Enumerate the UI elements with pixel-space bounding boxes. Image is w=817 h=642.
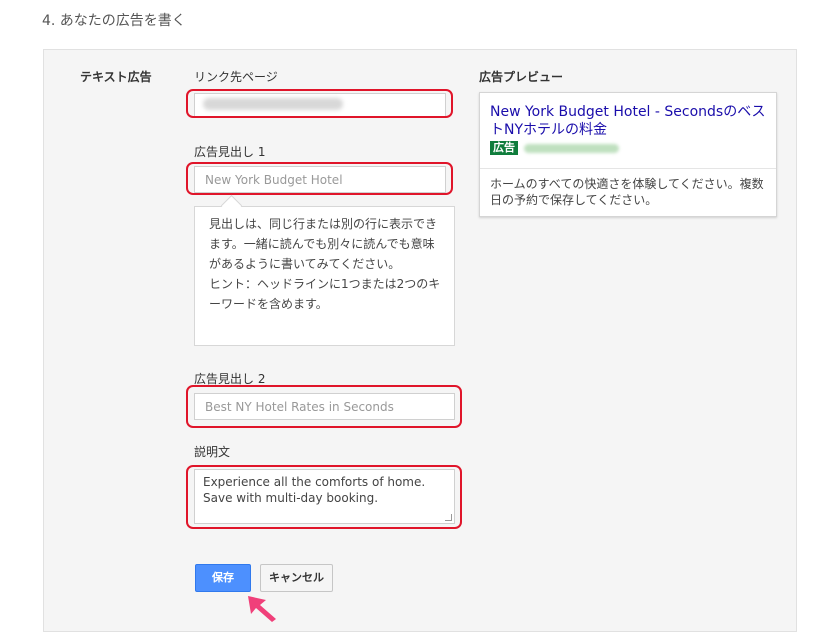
description-textarea[interactable]: Experience all the comforts of home. Sav… xyxy=(194,469,455,524)
preview-label: 広告プレビュー xyxy=(479,70,564,84)
headline-help-tooltip: 見出しは、同じ行または別の行に表示できます。一緒に読んでも別々に読んでも意味があ… xyxy=(194,206,455,346)
resize-handle-icon[interactable] xyxy=(445,514,452,521)
section-label-text-ad: テキスト広告 xyxy=(80,70,152,84)
headline1-label: 広告見出し 1 xyxy=(194,145,266,159)
headline1-input[interactable]: New York Budget Hotel xyxy=(194,166,446,193)
ad-badge: 広告 xyxy=(490,141,518,155)
save-button[interactable]: 保存 xyxy=(195,564,251,592)
cancel-button[interactable]: キャンセル xyxy=(260,564,333,592)
step-title: 4. あなたの広告を書く xyxy=(42,13,186,29)
description-line-1: Experience all the comforts of home. xyxy=(203,475,426,489)
description-label: 説明文 xyxy=(194,445,231,459)
description-line-2: Save with multi-day booking. xyxy=(203,491,379,505)
headline2-input[interactable]: Best NY Hotel Rates in Seconds xyxy=(194,393,455,420)
ad-preview-card: New York Budget Hotel - SecondsのベストNYホテル… xyxy=(479,92,777,217)
headline2-label: 広告見出し 2 xyxy=(194,372,266,386)
final-url-label: リンク先ページ xyxy=(194,70,278,84)
tooltip-hint: ヒント：ヘッドラインに1つまたは2つのキーワードを含めます。 xyxy=(209,277,441,311)
preview-headline[interactable]: New York Budget Hotel - SecondsのベストNYホテル… xyxy=(490,103,770,139)
blurred-url-text xyxy=(203,98,343,110)
tooltip-text: 見出しは、同じ行または別の行に表示できます。一緒に読んでも別々に読んでも意味があ… xyxy=(209,217,438,271)
pointer-arrow-icon xyxy=(248,596,276,622)
preview-display-url xyxy=(524,144,619,153)
preview-description: ホームのすべての快適さを体験してください。複数日の予約で保存してください。 xyxy=(490,177,764,207)
preview-divider xyxy=(480,168,776,169)
